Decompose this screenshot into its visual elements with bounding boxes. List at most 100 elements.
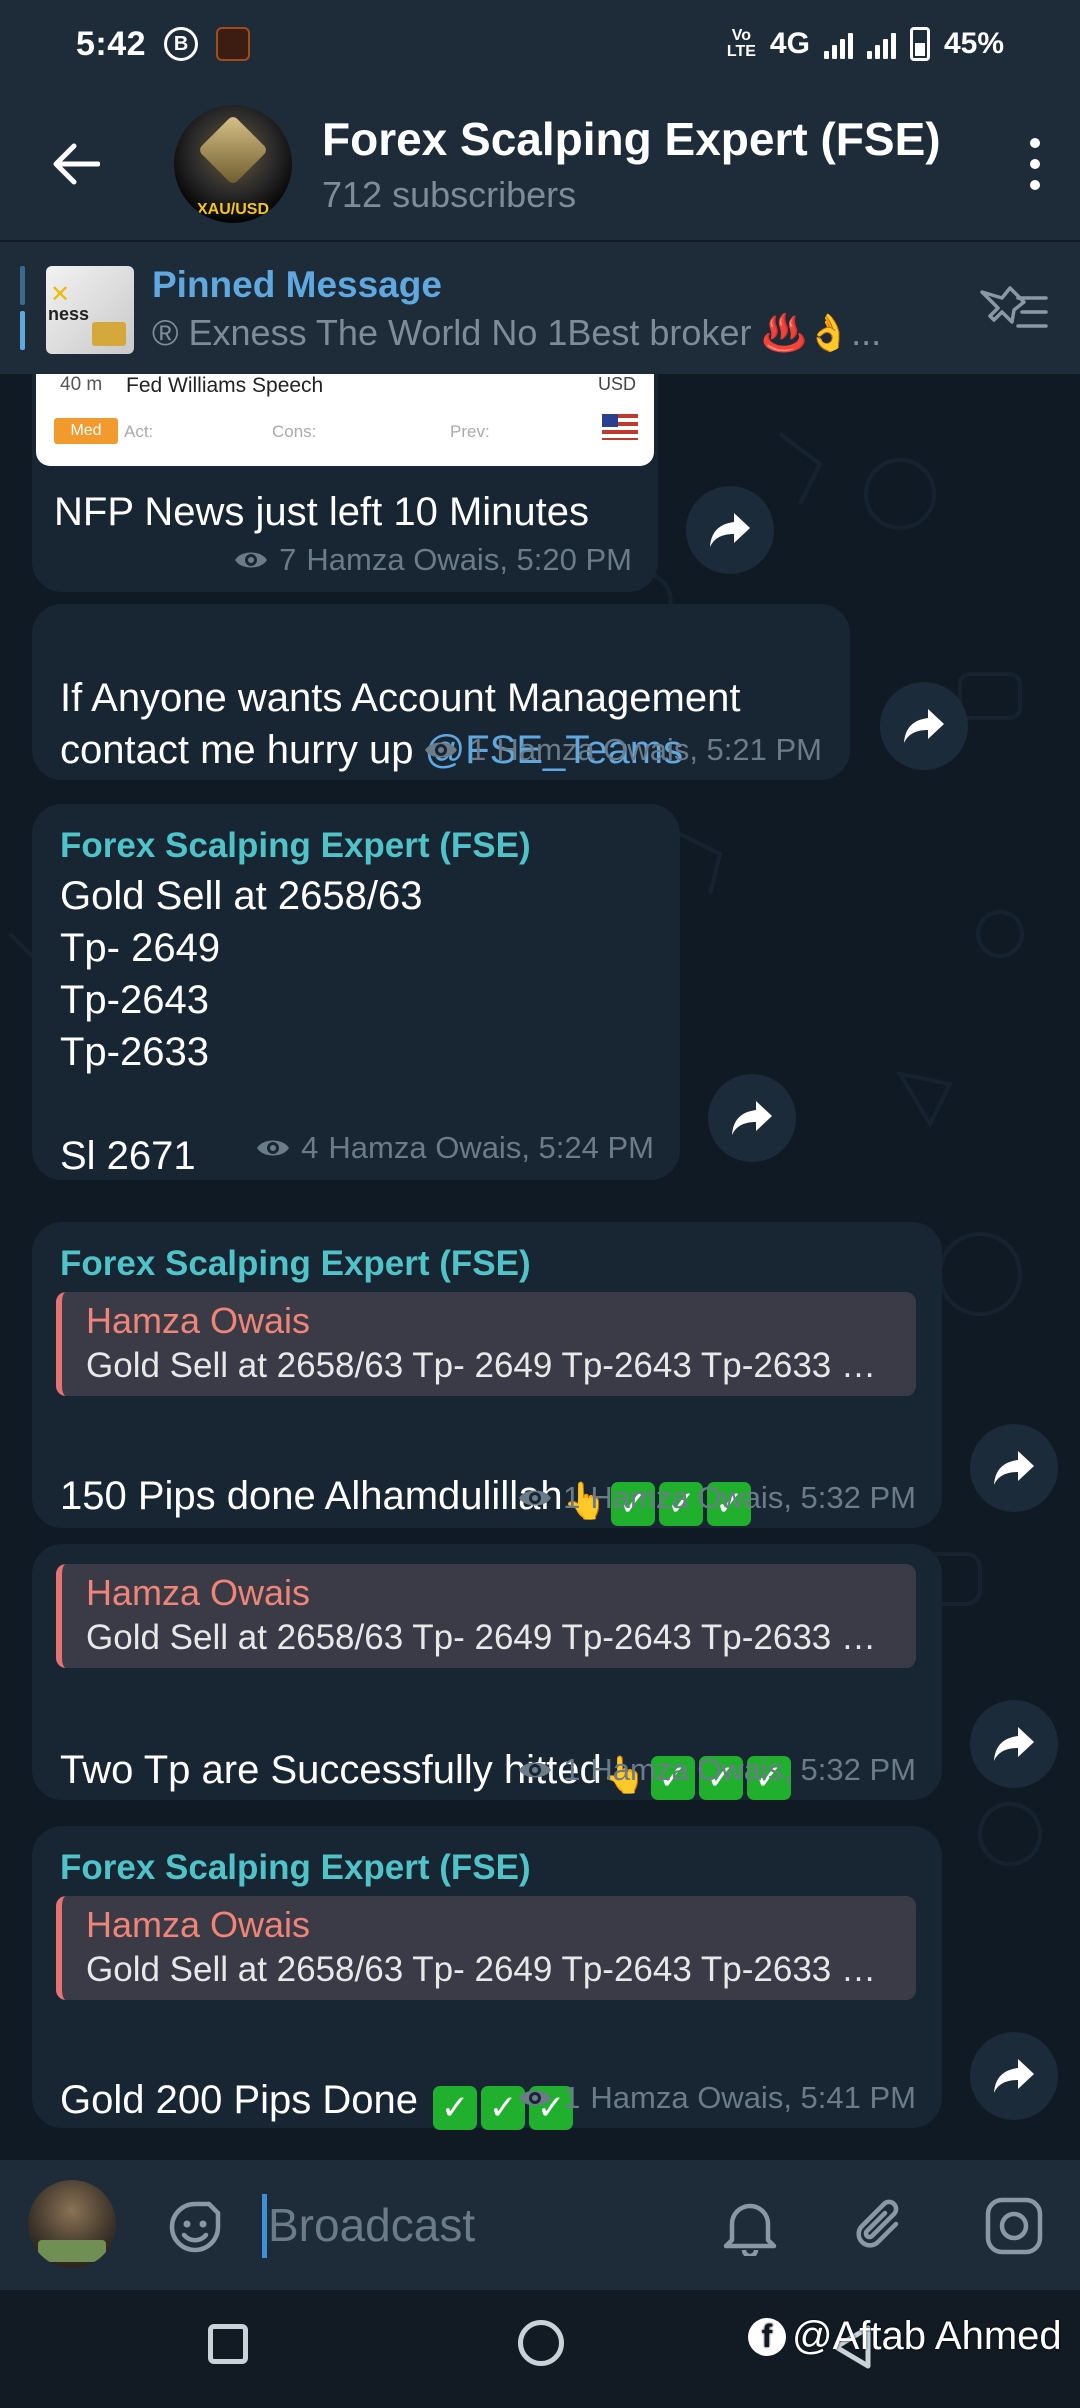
signal-icon-2: [866, 29, 896, 59]
cons-label: Cons:: [272, 422, 317, 441]
signal-icon: [823, 29, 853, 59]
view-count: 7: [279, 542, 297, 577]
pinned-thumbnail: ✕ ness: [46, 266, 134, 354]
avatar-label: XAU/USD: [196, 201, 269, 218]
share-button[interactable]: [970, 1424, 1058, 1512]
eye-icon: [519, 2090, 552, 2106]
back-arrow-icon: [53, 143, 100, 185]
facebook-icon: f: [748, 2317, 786, 2356]
impact-badge: Med: [54, 418, 118, 444]
message-line: Gold Sell at 2658/63: [60, 874, 423, 918]
status-bar: 5:42 B Vo LTE 4G 45%: [0, 0, 1080, 88]
message-bubble-2[interactable]: If Anyone wants Account Management conta…: [32, 604, 850, 780]
message-bubble-6[interactable]: Forex Scalping Expert (FSE) Hamza Owais …: [32, 1826, 942, 2130]
app-notification-icon: [216, 27, 251, 61]
pinned-indicator: [20, 266, 25, 350]
message-meta: 1 Hamza Owais, 5:41 PM: [517, 2080, 916, 2116]
message-bubble-1[interactable]: 40 m Fed Williams Speech USD Med Act: Co…: [32, 374, 658, 592]
status-right: Vo LTE 4G 45%: [727, 27, 1004, 61]
reply-preview[interactable]: Hamza Owais Gold Sell at 2658/63 Tp- 264…: [56, 1896, 916, 2000]
reply-author: Hamza Owais: [86, 1300, 311, 1341]
header-title-block[interactable]: Forex Scalping Expert (FSE) 712 subscrib…: [322, 112, 941, 216]
view-count: 1: [563, 2080, 581, 2115]
pinned-message-bar[interactable]: ✕ ness Pinned Message ® Exness The World …: [0, 240, 1080, 374]
act-label: Act:: [124, 422, 154, 441]
pinned-title: Pinned Message: [152, 264, 442, 305]
more-vert-icon[interactable]: [1020, 138, 1050, 190]
pin-list-icon[interactable]: [978, 286, 1050, 334]
share-icon: [732, 1101, 772, 1135]
camera-button[interactable]: [978, 2190, 1050, 2262]
reply-author: Hamza Owais: [86, 1904, 311, 1945]
channel-avatar[interactable]: XAU/USD: [174, 105, 292, 223]
reply-text: Gold Sell at 2658/63 Tp- 2649 Tp-2643 Tp…: [86, 1346, 896, 1385]
attach-icon: [856, 2199, 899, 2248]
share-button[interactable]: [686, 486, 774, 574]
message-author: Forex Scalping Expert (FSE): [60, 826, 531, 865]
send-as-avatar[interactable]: [28, 2180, 116, 2268]
home-button[interactable]: [518, 2320, 564, 2366]
message-list[interactable]: 40 m Fed Williams Speech USD Med Act: Co…: [0, 374, 1080, 2160]
message-bubble-4[interactable]: Forex Scalping Expert (FSE) Hamza Owais …: [32, 1222, 942, 1528]
message-author: Forex Scalping Expert (FSE): [60, 1244, 531, 1283]
message-author: Forex Scalping Expert (FSE): [60, 1848, 531, 1887]
message-line: [60, 1078, 422, 1130]
eye-icon: [519, 1490, 552, 1506]
economic-calendar-image[interactable]: 40 m Fed Williams Speech USD Med Act: Co…: [36, 374, 654, 466]
recents-button[interactable]: [208, 2324, 248, 2364]
reply-preview[interactable]: Hamza Owais Gold Sell at 2658/63 Tp- 264…: [56, 1292, 916, 1396]
system-nav-bar: f @Aftab Ahmed: [0, 2290, 1080, 2408]
message-line: Tp-2633: [60, 1030, 209, 1074]
message-bubble-5[interactable]: Hamza Owais Gold Sell at 2658/63 Tp- 264…: [32, 1544, 942, 1800]
share-button[interactable]: [880, 682, 968, 770]
subscriber-count: 712 subscribers: [322, 174, 577, 215]
message-text: Gold 200 Pips Done: [60, 2078, 419, 2122]
b-notification-icon: B: [164, 27, 199, 61]
reply-text: Gold Sell at 2658/63 Tp- 2649 Tp-2643 Tp…: [86, 1950, 896, 1989]
back-button[interactable]: [0, 88, 150, 240]
message-meta: 4 Hamza Owais, 5:24 PM: [255, 1130, 654, 1166]
message-signature: Hamza Owais, 5:24 PM: [328, 1130, 654, 1165]
message-text: 150 Pips done Alhamdulillah: [60, 1474, 563, 1518]
text-caret: [262, 2194, 267, 2258]
pinned-text: ® Exness The World No 1Best broker ♨️👌..…: [152, 312, 882, 353]
view-count: 1: [563, 1752, 581, 1787]
attach-button[interactable]: [846, 2190, 918, 2262]
network-type: 4G: [769, 27, 810, 60]
share-button[interactable]: [970, 1700, 1058, 1788]
share-button[interactable]: [970, 2032, 1058, 2120]
event-time: 40 m: [60, 374, 103, 395]
broadcast-input[interactable]: Broadcast: [268, 2198, 475, 2252]
share-icon: [994, 1727, 1034, 1761]
status-time: 5:42: [76, 24, 147, 63]
event-name: Fed Williams Speech: [126, 374, 324, 397]
view-count: 4: [301, 1130, 319, 1165]
view-count: 1: [563, 1480, 581, 1515]
message-bubble-3[interactable]: Forex Scalping Expert (FSE) Gold Sell at…: [32, 804, 680, 1180]
message-line: Tp- 2649: [60, 926, 221, 970]
message-signature: Hamza Owais, 5:20 PM: [306, 542, 632, 577]
us-flag-icon: [602, 414, 638, 440]
eye-icon: [425, 742, 458, 758]
event-currency: USD: [597, 374, 636, 394]
share-icon: [904, 709, 944, 743]
message-signature: Hamza Owais, 5:21 PM: [496, 732, 822, 767]
share-icon: [994, 1451, 1034, 1485]
volte-icon: Vo LTE: [726, 27, 756, 60]
prev-label: Prev:: [450, 422, 490, 441]
share-icon: [710, 513, 750, 547]
bell-icon: [723, 2203, 777, 2256]
sticker-icon[interactable]: [162, 2194, 228, 2260]
reply-author: Hamza Owais: [86, 1572, 311, 1613]
watermark: f @Aftab Ahmed: [748, 2314, 1062, 2359]
share-button[interactable]: [708, 1074, 796, 1162]
reply-preview[interactable]: Hamza Owais Gold Sell at 2658/63 Tp- 264…: [56, 1564, 916, 1668]
compose-bar: Broadcast: [0, 2160, 1080, 2290]
check-icon: ✓: [433, 2086, 478, 2130]
notification-toggle-button[interactable]: [714, 2190, 786, 2262]
eye-icon: [519, 1762, 552, 1778]
eye-icon: [235, 552, 268, 568]
message-text: NFP News just left 10 Minutes: [54, 490, 590, 534]
camera-icon: [985, 2197, 1043, 2255]
message-signature: Hamza Owais, 5:32 PM: [590, 1480, 916, 1515]
